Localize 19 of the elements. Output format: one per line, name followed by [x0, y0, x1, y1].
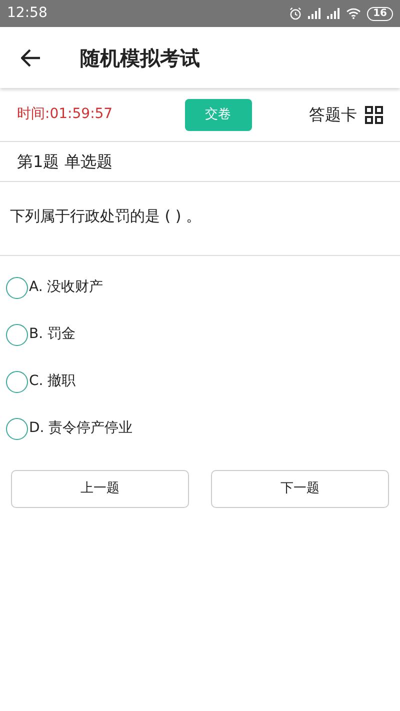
answer-option[interactable]: C. 撤职 [6, 370, 394, 393]
grid-icon [365, 106, 383, 124]
wifi-icon [346, 8, 362, 19]
signal-icon [327, 8, 340, 19]
battery-level: 16 [367, 6, 393, 20]
question-text: 下列属于行政处罚的是 ( ) 。 [10, 207, 202, 225]
back-arrow-icon [21, 48, 41, 66]
signal-icon [308, 8, 322, 19]
nav-button[interactable]: 下一题 [211, 470, 389, 508]
status-time: 12:58 [7, 4, 48, 23]
answer-option[interactable]: B. 罚金 [6, 323, 394, 346]
nav-button[interactable]: 上一题 [11, 470, 189, 508]
answer-option[interactable]: A. 没收财产 [6, 276, 394, 299]
page-title: 随机模拟考试 [80, 44, 200, 72]
alarm-icon [289, 7, 302, 20]
answer-option[interactable]: D. 责令停产停业 [6, 417, 394, 440]
question-header: 第1题 单选题 [17, 150, 112, 172]
answer-card-button[interactable]: 答题卡 [309, 102, 383, 126]
timer: 时间:01:59:57 [17, 105, 114, 124]
